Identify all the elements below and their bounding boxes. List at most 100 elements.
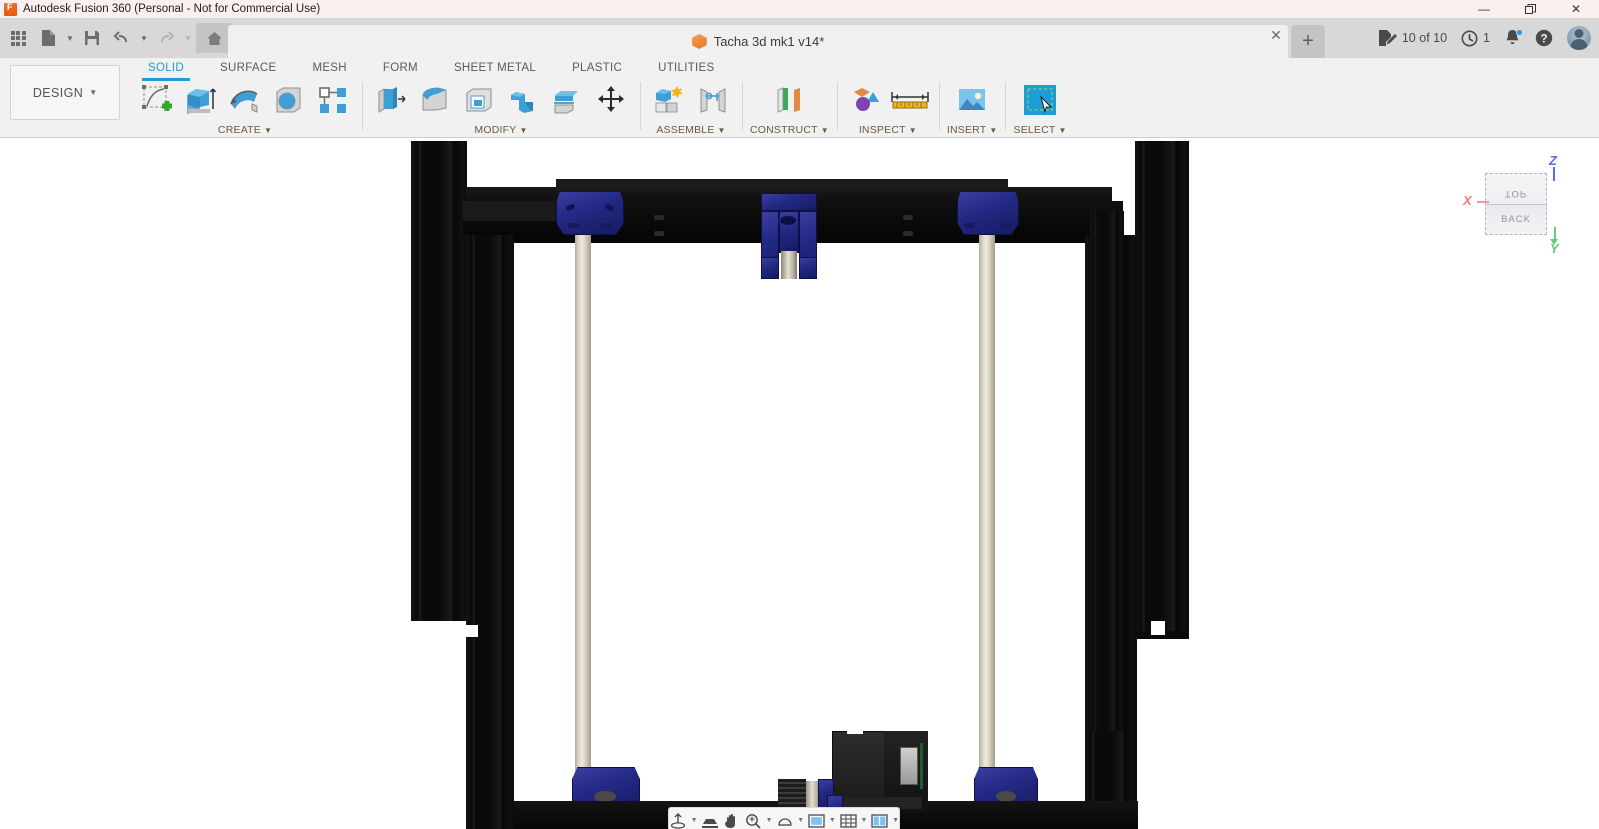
display-settings-caret-icon[interactable]: ▼: [829, 817, 836, 824]
select-label: SELECT: [1013, 124, 1056, 136]
add-tab-button[interactable]: +: [1291, 25, 1325, 58]
app-grid-button[interactable]: [4, 23, 32, 53]
shell-button[interactable]: [458, 79, 500, 121]
orange-cube-icon: [691, 34, 707, 49]
fit-caret-icon[interactable]: ▼: [797, 817, 804, 824]
fit-icon: [778, 818, 792, 826]
tab-utilities[interactable]: UTILITIES: [640, 58, 732, 78]
shell-icon: [466, 88, 492, 112]
view-cube-face-top[interactable]: TOP: [1486, 188, 1546, 199]
press-pull-button[interactable]: [370, 79, 412, 121]
close-button[interactable]: ✕: [1553, 0, 1599, 18]
undo-button[interactable]: [108, 23, 136, 53]
select-tool-button[interactable]: [1019, 79, 1061, 121]
document-close-button[interactable]: ✕: [1268, 27, 1284, 44]
extrude-button[interactable]: [180, 79, 222, 121]
insert-canvas-button[interactable]: [951, 79, 993, 121]
new-component-button[interactable]: [648, 79, 690, 121]
document-title: Tacha 3d mk1 v14*: [713, 34, 825, 49]
grid-snaps-button[interactable]: [839, 811, 858, 829]
joint-button[interactable]: [692, 79, 734, 121]
hole-button[interactable]: [268, 79, 310, 121]
undo-arrow-icon: [113, 31, 127, 43]
tab-sheet-metal[interactable]: SHEET METAL: [436, 58, 554, 78]
undo-caret-icon[interactable]: ▼: [138, 23, 150, 53]
power-supply-terminal-block: [900, 747, 918, 785]
split-body-button[interactable]: [546, 79, 588, 121]
ribbon-group-label-assemble[interactable]: ASSEMBLE ▼: [656, 124, 725, 136]
tab-mesh[interactable]: MESH: [294, 58, 364, 78]
new-file-caret-icon[interactable]: ▼: [64, 23, 76, 53]
title-bar: Autodesk Fusion 360 (Personal - Not for …: [0, 0, 1599, 18]
move-copy-button[interactable]: [590, 79, 632, 121]
view-cube-face-back[interactable]: BACK: [1486, 214, 1546, 225]
new-file-button[interactable]: [34, 23, 62, 53]
minimize-button[interactable]: —: [1461, 0, 1507, 18]
combine-button[interactable]: [502, 79, 544, 121]
home-button[interactable]: [196, 23, 232, 53]
tab-form[interactable]: FORM: [365, 58, 436, 78]
display-settings-button[interactable]: [807, 811, 826, 829]
viewports-icon: [871, 813, 888, 828]
fit-button[interactable]: [776, 811, 795, 829]
3d-model-3d-printer: [0, 139, 1599, 829]
ribbon-group-label-select[interactable]: SELECT ▼: [1013, 124, 1066, 136]
restore-button[interactable]: [1507, 0, 1553, 18]
ribbon-group-label-insert[interactable]: INSERT ▼: [947, 124, 998, 136]
tab-solid[interactable]: SOLID: [130, 58, 202, 81]
look-at-button[interactable]: [701, 811, 720, 829]
chevron-down-icon: ▼: [89, 88, 98, 97]
measure-ruler-button[interactable]: [889, 79, 931, 121]
ribbon-group-label-construct[interactable]: CONSTRUCT ▼: [750, 124, 829, 136]
viewports-caret-icon[interactable]: ▼: [892, 817, 899, 824]
fillet-button[interactable]: [414, 79, 456, 121]
pan-button[interactable]: [722, 811, 741, 829]
document-tab[interactable]: Tacha 3d mk1 v14*: [228, 25, 1288, 58]
smooth-rod-right: [979, 219, 995, 829]
grid-snaps-caret-icon[interactable]: ▼: [860, 817, 867, 824]
frame-post-back-left: [411, 141, 467, 621]
frame-post-front-right-outer: [1090, 211, 1124, 731]
orbit-button[interactable]: [669, 811, 688, 829]
view-cube-box[interactable]: TOP BACK: [1485, 173, 1547, 235]
help-button[interactable]: ?: [1535, 29, 1553, 47]
save-button[interactable]: [78, 23, 106, 53]
app-title: Autodesk Fusion 360 (Personal - Not for …: [23, 3, 321, 15]
new-component-icon: [655, 86, 683, 113]
ribbon-groups: CREATE ▼ MODIFY ▼ ASSEMBLE ▼ CONSTRUCT ▼…: [128, 78, 1075, 138]
tab-plastic[interactable]: PLASTIC: [554, 58, 640, 78]
redo-caret-icon[interactable]: ▼: [182, 23, 194, 53]
zoom-button[interactable]: [744, 811, 763, 829]
create-sketch-button[interactable]: [136, 79, 178, 121]
ribbon-group-label-modify[interactable]: MODIFY ▼: [474, 124, 527, 136]
viewports-button[interactable]: [870, 811, 889, 829]
orbit-caret-icon[interactable]: ▼: [691, 817, 698, 824]
navigation-bar[interactable]: ▼ ▼ ▼ ▼ ▼ ▼: [668, 807, 900, 829]
ribbon-group-inspect: INSPECT ▼: [836, 78, 939, 136]
offset-plane-icon: [777, 87, 801, 113]
redo-button[interactable]: [152, 23, 180, 53]
ribbon-group-label-inspect[interactable]: INSPECT ▼: [859, 124, 917, 136]
view-cube[interactable]: TOP BACK Z X Y: [1453, 145, 1593, 260]
history-status[interactable]: 1: [1461, 30, 1490, 47]
tab-surface[interactable]: SURFACE: [202, 58, 294, 78]
user-avatar-icon[interactable]: [1567, 26, 1591, 50]
rectangular-pattern-button[interactable]: [312, 79, 354, 121]
offset-plane-button[interactable]: [768, 79, 810, 121]
notifications-button[interactable]: [1504, 29, 1523, 47]
3d-viewport[interactable]: TOP BACK Z X Y ▼ ▼ ▼ ▼ ▼ ▼: [0, 139, 1599, 829]
fillet-icon: [422, 87, 447, 111]
quick-access-toolbar: ▼ ▼ ▼ Tacha 3d mk1 v14* ✕ + 10 of 10 1 ?: [0, 18, 1599, 58]
version-status[interactable]: 10 of 10: [1377, 29, 1447, 47]
workspace-selector[interactable]: DESIGN ▼: [10, 65, 120, 120]
create-label: CREATE: [217, 124, 261, 136]
revolve-button[interactable]: [224, 79, 266, 121]
ribbon-group-label-create[interactable]: CREATE ▼: [218, 124, 272, 136]
view-cube-divider: [1486, 204, 1546, 205]
measure-button[interactable]: [845, 79, 887, 121]
smooth-rod-left: [575, 219, 591, 829]
zoom-caret-icon[interactable]: ▼: [766, 817, 773, 824]
clock-icon: [1461, 30, 1478, 46]
joint-icon: [700, 88, 726, 113]
chevron-down-icon: ▼: [519, 125, 528, 135]
